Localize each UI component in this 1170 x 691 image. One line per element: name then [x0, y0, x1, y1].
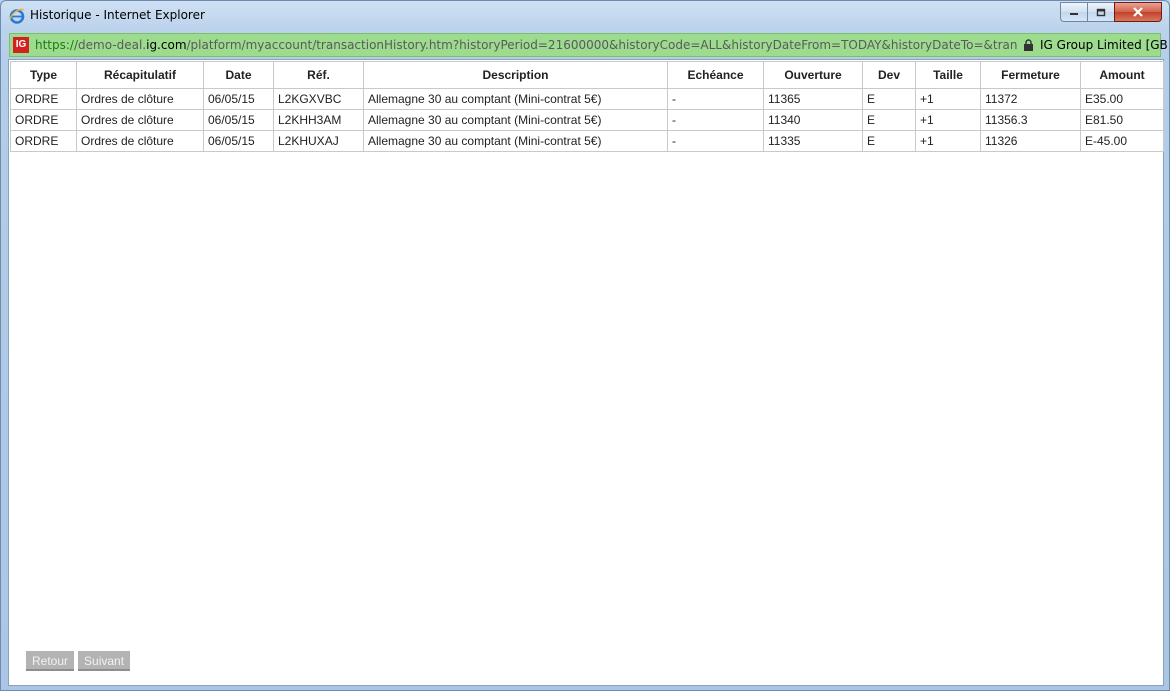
table-cell: E	[862, 130, 916, 152]
table-cell: 11372	[980, 88, 1081, 110]
site-identity[interactable]: IG Group Limited [GB]	[1040, 37, 1169, 53]
window-title: Historique - Internet Explorer	[30, 8, 205, 22]
table-cell: 11365	[763, 88, 863, 110]
column-header[interactable]: Fermeture	[980, 61, 1081, 89]
window-controls	[1060, 2, 1162, 22]
url-domain: ig.com	[146, 38, 187, 52]
table-row: ORDRE Ordres de clôture 06/05/15 L2KHUXA…	[10, 130, 1164, 152]
column-header[interactable]: Echéance	[667, 61, 764, 89]
column-header[interactable]: Ouverture	[763, 61, 863, 89]
table-cell: 11340	[763, 109, 863, 131]
column-header[interactable]: Date	[203, 61, 274, 89]
restore-icon	[1096, 8, 1106, 16]
url-scheme: https://	[35, 38, 79, 52]
column-header[interactable]: Récapitulatif	[76, 61, 204, 89]
back-button[interactable]: Retour	[26, 651, 75, 671]
column-header[interactable]: Réf.	[273, 61, 364, 89]
table-cell: 11326	[980, 130, 1081, 152]
close-button[interactable]	[1114, 2, 1162, 22]
table-cell: -	[667, 88, 764, 110]
table-cell: 06/05/15	[203, 130, 274, 152]
url-subdomain: demo-deal.	[78, 38, 147, 52]
table-cell: E	[862, 88, 916, 110]
pagination: Retour Suivant	[26, 651, 131, 671]
next-button[interactable]: Suivant	[78, 651, 131, 671]
site-logo: IG	[13, 37, 29, 53]
column-header[interactable]: Amount	[1080, 61, 1164, 89]
table-cell: E	[862, 109, 916, 131]
table-cell: L2KGXVBC	[273, 88, 364, 110]
table-cell: ORDRE	[10, 109, 77, 131]
close-icon	[1133, 7, 1143, 17]
table-cell: Allemagne 30 au comptant (Mini-contrat 5…	[363, 88, 668, 110]
table-cell: E81.50	[1080, 109, 1164, 131]
internet-explorer-icon	[9, 8, 25, 24]
table-cell: 06/05/15	[203, 109, 274, 131]
title-bar[interactable]: Historique - Internet Explorer	[1, 1, 1169, 31]
table-cell: Allemagne 30 au comptant (Mini-contrat 5…	[363, 130, 668, 152]
table-cell: +1	[915, 88, 981, 110]
column-header[interactable]: Description	[363, 61, 668, 89]
table-cell: L2KHUXAJ	[273, 130, 364, 152]
table-row: ORDRE Ordres de clôture 06/05/15 L2KHH3A…	[10, 109, 1164, 131]
table-cell: 06/05/15	[203, 88, 274, 110]
table-row: ORDRE Ordres de clôture 06/05/15 L2KGXVB…	[10, 88, 1164, 110]
table-cell: E-45.00	[1080, 130, 1164, 152]
column-header[interactable]: Type	[10, 61, 77, 89]
table-cell: 11335	[763, 130, 863, 152]
table-cell: +1	[915, 109, 981, 131]
table-cell: ORDRE	[10, 88, 77, 110]
address-bar[interactable]: IG https://demo-deal.ig.com/platform/mya…	[9, 33, 1169, 57]
table-cell: +1	[915, 130, 981, 152]
column-header[interactable]: Taille	[915, 61, 981, 89]
table-cell: -	[667, 109, 764, 131]
table-cell: -	[667, 130, 764, 152]
restore-button[interactable]	[1087, 2, 1114, 22]
table-cell: ORDRE	[10, 130, 77, 152]
table-cell: L2KHH3AM	[273, 109, 364, 131]
table-header-row: Type Récapitulatif Date Réf. Description…	[10, 61, 1164, 89]
url-field[interactable]: https://demo-deal.ig.com/platform/myacco…	[35, 37, 1017, 53]
column-header[interactable]: Dev	[862, 61, 916, 89]
minimize-icon	[1070, 13, 1078, 15]
table-cell: Ordres de clôture	[76, 130, 204, 152]
table-cell: E35.00	[1080, 88, 1164, 110]
url-path: /platform/myaccount/transactionHistory.h…	[186, 38, 1017, 52]
page-content: Type Récapitulatif Date Réf. Description…	[8, 59, 1164, 686]
table-cell: Ordres de clôture	[76, 88, 204, 110]
table-cell: Ordres de clôture	[76, 109, 204, 131]
table-cell: 11356.3	[980, 109, 1081, 131]
table-cell: Allemagne 30 au comptant (Mini-contrat 5…	[363, 109, 668, 131]
minimize-button[interactable]	[1060, 2, 1087, 22]
browser-window: Historique - Internet Explorer IG https:…	[0, 0, 1170, 691]
transaction-history-table: Type Récapitulatif Date Réf. Description…	[10, 61, 1164, 152]
lock-icon[interactable]	[1023, 39, 1034, 51]
